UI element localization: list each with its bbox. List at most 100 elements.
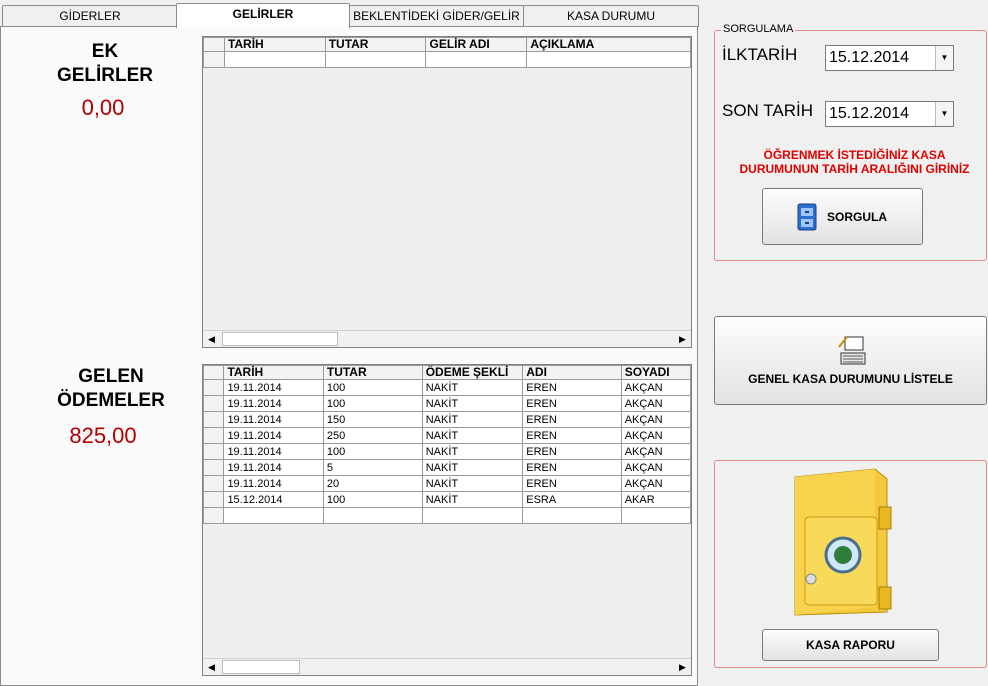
table-row[interactable]: 19.11.2014 5 NAKİT EREN AKÇAN bbox=[203, 459, 691, 476]
row-header[interactable] bbox=[203, 443, 225, 460]
table-cell[interactable]: 15.12.2014 bbox=[223, 491, 324, 508]
table-row[interactable]: 15.12.2014 100 NAKİT ESRA AKAR bbox=[203, 491, 691, 508]
table-cell[interactable]: 100 bbox=[322, 395, 423, 412]
col-header[interactable]: TUTAR bbox=[324, 37, 427, 52]
table-cell[interactable]: EREN bbox=[522, 395, 622, 412]
table-cell[interactable]: NAKİT bbox=[421, 379, 524, 396]
dropdown-arrow-icon[interactable]: ▼ bbox=[935, 102, 953, 126]
table-cell[interactable]: AKÇAN bbox=[620, 395, 691, 412]
col-header[interactable]: GELİR ADI bbox=[425, 37, 528, 52]
ek-gelirler-grid[interactable]: TARİH TUTAR GELİR ADI AÇIKLAMA ◀ ▶ bbox=[202, 36, 692, 348]
table-row[interactable]: 19.11.2014 20 NAKİT EREN AKÇAN bbox=[203, 475, 691, 492]
row-header-corner bbox=[203, 365, 225, 380]
dropdown-arrow-icon[interactable]: ▼ bbox=[935, 46, 953, 70]
ilk-tarih-label: İLKTARİH bbox=[722, 45, 798, 64]
table-cell[interactable]: AKÇAN bbox=[620, 475, 691, 492]
table-row[interactable]: 19.11.2014 100 NAKİT EREN AKÇAN bbox=[203, 395, 691, 412]
kasa-raporu-button[interactable]: KASA RAPORU bbox=[762, 629, 939, 661]
table-row[interactable]: 19.11.2014 250 NAKİT EREN AKÇAN bbox=[203, 427, 691, 444]
row-header[interactable] bbox=[203, 411, 225, 428]
table-cell[interactable]: 5 bbox=[322, 459, 423, 476]
row-header[interactable] bbox=[203, 379, 225, 396]
scroll-thumb[interactable] bbox=[222, 332, 338, 346]
col-header[interactable]: AÇIKLAMA bbox=[526, 37, 691, 52]
table-cell[interactable]: 19.11.2014 bbox=[223, 443, 324, 460]
file-cabinet-icon bbox=[797, 203, 817, 231]
table-cell[interactable]: EREN bbox=[522, 379, 622, 396]
sorgula-button[interactable]: SORGULA bbox=[762, 188, 923, 245]
ilk-tarih-picker[interactable]: 15.12.2014 ▼ bbox=[825, 45, 954, 71]
scroll-left-icon[interactable]: ◀ bbox=[203, 331, 220, 347]
col-header[interactable]: SOYADI bbox=[620, 365, 691, 380]
col-header[interactable]: TARİH bbox=[223, 365, 324, 380]
gelen-odemeler-value: 825,00 bbox=[69, 423, 137, 448]
ek-gelirler-title: EK GELİRLER bbox=[56, 41, 154, 86]
table-cell[interactable]: 100 bbox=[322, 491, 423, 508]
table-cell[interactable]: EREN bbox=[522, 459, 622, 476]
table-cell[interactable]: 19.11.2014 bbox=[223, 395, 324, 412]
table-cell[interactable]: 19.11.2014 bbox=[223, 379, 324, 396]
row-header[interactable] bbox=[203, 395, 225, 412]
tab-giderler[interactable]: GİDERLER bbox=[2, 5, 178, 27]
son-tarih-picker[interactable]: 15.12.2014 ▼ bbox=[825, 101, 954, 127]
table-cell[interactable]: AKÇAN bbox=[620, 443, 691, 460]
table-cell[interactable]: 19.11.2014 bbox=[223, 411, 324, 428]
table-cell[interactable]: EREN bbox=[522, 411, 622, 428]
table-cell[interactable]: AKÇAN bbox=[620, 379, 691, 396]
table-cell[interactable]: NAKİT bbox=[421, 459, 524, 476]
genel-kasa-durumu-button[interactable]: GENEL KASA DURUMUNU LİSTELE bbox=[714, 316, 987, 405]
row-header[interactable] bbox=[203, 491, 225, 508]
table-cell[interactable]: 19.11.2014 bbox=[223, 427, 324, 444]
gelen-odemeler-table: TARİH TUTAR ÖDEME ŞEKLİ ADI SOYADI 19.11… bbox=[203, 365, 691, 524]
table-cell[interactable]: 150 bbox=[322, 411, 423, 428]
tab-gelirler[interactable]: GELİRLER bbox=[176, 3, 350, 28]
table-cell[interactable]: AKAR bbox=[620, 491, 691, 508]
table-cell[interactable]: ESRA bbox=[522, 491, 622, 508]
scroll-thumb[interactable] bbox=[222, 660, 300, 674]
row-header-corner bbox=[203, 37, 225, 52]
horizontal-scrollbar[interactable]: ◀ ▶ bbox=[203, 330, 691, 347]
table-cell[interactable]: NAKİT bbox=[421, 475, 524, 492]
tab-kasa-durumu[interactable]: KASA DURUMU bbox=[523, 5, 699, 27]
kasa-raporu-group: KASA RAPORU bbox=[714, 460, 987, 668]
horizontal-scrollbar[interactable]: ◀ ▶ bbox=[203, 658, 691, 675]
ek-gelirler-table: TARİH TUTAR GELİR ADI AÇIKLAMA bbox=[203, 37, 691, 68]
table-row[interactable]: 19.11.2014 100 NAKİT EREN AKÇAN bbox=[203, 379, 691, 396]
sorgula-label: SORGULA bbox=[827, 210, 887, 224]
scroll-right-icon[interactable]: ▶ bbox=[674, 331, 691, 347]
tab-panel: EK GELİRLER 0,00 GELEN ÖDEMELER 825,00 TAR… bbox=[0, 26, 698, 686]
col-header[interactable]: ÖDEME ŞEKLİ bbox=[421, 365, 524, 380]
new-row[interactable] bbox=[203, 51, 691, 68]
table-cell[interactable]: NAKİT bbox=[421, 427, 524, 444]
table-cell[interactable]: 19.11.2014 bbox=[223, 459, 324, 476]
table-cell[interactable]: NAKİT bbox=[421, 411, 524, 428]
table-cell[interactable]: 250 bbox=[322, 427, 423, 444]
col-header[interactable]: TARİH bbox=[223, 37, 326, 52]
table-cell[interactable]: 100 bbox=[322, 379, 423, 396]
row-header[interactable] bbox=[203, 427, 225, 444]
son-tarih-label: SON TARİH bbox=[722, 101, 813, 120]
table-cell[interactable]: AKÇAN bbox=[620, 459, 691, 476]
col-header[interactable]: TUTAR bbox=[322, 365, 423, 380]
table-cell[interactable]: NAKİT bbox=[421, 443, 524, 460]
table-row[interactable]: 19.11.2014 100 NAKİT EREN AKÇAN bbox=[203, 443, 691, 460]
new-row[interactable] bbox=[203, 507, 691, 524]
tab-beklentideki[interactable]: BEKLENTİDEKİ GİDER/GELİR bbox=[349, 5, 524, 27]
ilk-tarih-value: 15.12.2014 bbox=[829, 49, 910, 66]
col-header[interactable]: ADI bbox=[522, 365, 622, 380]
row-header[interactable] bbox=[203, 459, 225, 476]
table-cell[interactable]: EREN bbox=[522, 443, 622, 460]
gelen-odemeler-grid[interactable]: TARİH TUTAR ÖDEME ŞEKLİ ADI SOYADI 19.11… bbox=[202, 364, 692, 676]
table-row[interactable]: 19.11.2014 150 NAKİT EREN AKÇAN bbox=[203, 411, 691, 428]
table-cell[interactable]: AKÇAN bbox=[620, 427, 691, 444]
son-tarih-value: 15.12.2014 bbox=[829, 105, 910, 122]
table-cell[interactable]: 20 bbox=[322, 475, 423, 492]
table-cell[interactable]: AKÇAN bbox=[620, 411, 691, 428]
row-header[interactable] bbox=[203, 475, 225, 492]
table-cell[interactable]: NAKİT bbox=[421, 395, 524, 412]
table-cell[interactable]: EREN bbox=[522, 475, 622, 492]
table-cell[interactable]: 19.11.2014 bbox=[223, 475, 324, 492]
table-cell[interactable]: 100 bbox=[322, 443, 423, 460]
table-cell[interactable]: NAKİT bbox=[421, 491, 524, 508]
table-cell[interactable]: EREN bbox=[522, 427, 622, 444]
